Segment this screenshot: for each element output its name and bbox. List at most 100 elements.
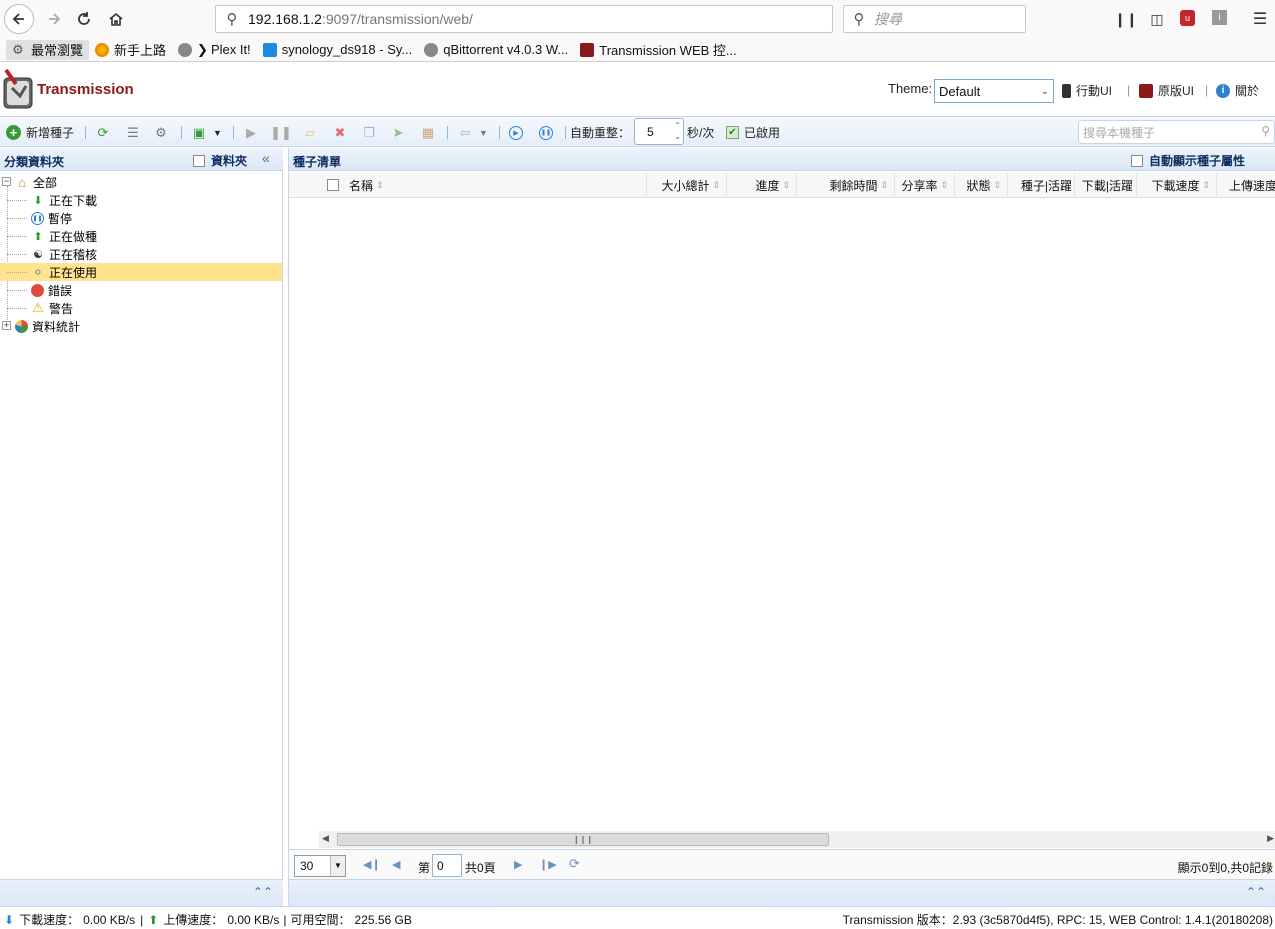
reload-button[interactable]	[70, 5, 98, 33]
column-upload-speed[interactable]: 上傳速度	[1217, 173, 1275, 198]
page-size-select[interactable]: 30 ▼	[294, 855, 346, 877]
expand-up-icon[interactable]: ⌃⌃	[1246, 885, 1266, 899]
gear-icon: ⚙	[12, 41, 24, 57]
browser-search-input[interactable]: ⚲ 搜尋	[843, 5, 1026, 33]
forward-button[interactable]	[40, 5, 68, 33]
page-number-input[interactable]: 0	[432, 854, 462, 877]
bookmark-transmission[interactable]: Transmission WEB 控...	[574, 40, 742, 60]
download-arrow-icon: ⬇	[33, 194, 43, 207]
bookmark-label: 最常瀏覽	[31, 43, 84, 58]
error-icon	[31, 283, 44, 297]
column-seeds[interactable]: 種子|活躍	[1008, 173, 1075, 198]
expand-toggle-icon[interactable]: +	[2, 321, 11, 330]
column-progress[interactable]: 進度 ⇕	[727, 173, 797, 198]
version-info: Transmission 版本：2.93 (3c5870d4f5), RPC: …	[842, 913, 1273, 927]
tag-icon: ▱	[305, 124, 315, 140]
bookmark-most-visited[interactable]: ⚙ 最常瀏覽	[6, 39, 90, 60]
auto-refresh-enabled-checkbox[interactable]: ✔ 已啟用	[726, 124, 780, 141]
select-all-checkbox[interactable]	[327, 179, 339, 191]
server-status-button[interactable]: ☰	[125, 124, 141, 141]
gear-icon: ⚙	[155, 124, 167, 140]
spinner-arrows-icon[interactable]: ⌃ ⌄	[674, 120, 681, 142]
expand-up-icon[interactable]: ⌃⌃	[253, 885, 273, 899]
download-speed-value: 0.00 KB/s	[83, 912, 136, 927]
auto-show-properties-checkbox[interactable]: 自動顯示種子屬性	[1131, 152, 1245, 169]
checkbox-icon	[1131, 154, 1143, 167]
tree-item-paused[interactable]: ❚❚ 暫停	[0, 209, 282, 227]
back-button[interactable]	[4, 4, 34, 34]
sidebar-icon[interactable]: ◫	[1148, 10, 1166, 28]
next-page-icon[interactable]: ▶	[514, 858, 522, 871]
ublock-icon[interactable]: u	[1180, 10, 1195, 26]
warning-icon: ⚠	[32, 300, 44, 315]
tree-item-error[interactable]: 錯誤	[0, 281, 282, 299]
scrollbar-thumb[interactable]: ❙❙❙	[337, 833, 829, 846]
first-page-icon[interactable]: ◀❙	[363, 858, 381, 871]
status-bar: ⬇ 下載速度： 0.00 KB/s | ⬆ 上傳速度： 0.00 KB/s | …	[0, 906, 1275, 929]
folder-checkbox[interactable]: 資料夾	[193, 152, 247, 169]
library-icon[interactable]: ❙❙	[1114, 10, 1137, 28]
pause-all-button[interactable]: ❚❚	[539, 124, 553, 141]
bookmark-synology[interactable]: synology_ds918 - Sy...	[257, 40, 419, 60]
column-download-speed[interactable]: 下載速度 ⇕	[1137, 173, 1217, 198]
labels-button[interactable]: ⇦ ▼	[457, 124, 488, 141]
plugins-button[interactable]: ▣ ▼	[191, 124, 222, 141]
tree-item-all[interactable]: − ⌂ 全部	[0, 173, 282, 191]
refresh-all-button[interactable]: ⟳	[95, 124, 111, 141]
pause-button[interactable]: ❚❚	[270, 124, 292, 141]
theme-select[interactable]: Default ⌄	[934, 79, 1054, 103]
mobile-ui-link[interactable]: 行動UI	[1062, 82, 1112, 99]
refresh-icon[interactable]: ⟳	[569, 856, 580, 872]
bookmark-plex-it[interactable]: ❯ Plex It!	[172, 40, 257, 60]
menu-icon[interactable]: ☰	[1251, 10, 1269, 28]
original-ui-link[interactable]: 原版UI	[1139, 82, 1194, 99]
last-page-icon[interactable]: ❙▶	[539, 858, 557, 871]
start-button[interactable]: ▶	[243, 124, 259, 141]
column-status[interactable]: 狀態 ⇕	[955, 173, 1008, 198]
tree-item-statistics[interactable]: + 資料統計	[0, 317, 282, 335]
collapse-toggle-icon[interactable]: −	[2, 177, 11, 186]
sort-icon: ⇕	[880, 180, 888, 190]
page-prefix: 第	[418, 861, 431, 875]
torrent-list-footer: ⌃⌃	[289, 879, 1275, 906]
refresh-interval-input[interactable]: 5 ⌃ ⌄	[634, 118, 684, 145]
add-torrent-button[interactable]: + 新增種子	[6, 124, 74, 141]
tree-item-downloading[interactable]: ⬇ 正在下載	[0, 191, 282, 209]
column-ratio[interactable]: 分享率 ⇕	[895, 173, 955, 198]
dsm-icon	[262, 42, 277, 57]
search-icon: ⚲	[853, 11, 865, 28]
scroll-right-icon[interactable]: ▶	[1267, 833, 1274, 844]
start-all-button[interactable]: ▶	[509, 124, 523, 141]
column-name[interactable]: 名稱 ⇕	[344, 173, 647, 198]
url-bar[interactable]: ⚲ 192.168.1.2 :9097/transmission/web/	[215, 5, 833, 33]
rename-button[interactable]: ❐	[361, 124, 377, 141]
reannounce-button[interactable]: ➤	[390, 124, 406, 141]
category-panel-footer: ⌃⌃	[0, 879, 283, 906]
horizontal-scrollbar[interactable]: ◀ ❙❙❙ ▶	[319, 831, 1275, 848]
extension-icon[interactable]: i	[1212, 10, 1227, 25]
torrent-list-title: 種子清單	[293, 155, 342, 169]
download-speed-label: 下載速度：	[19, 913, 80, 927]
bookmark-qbittorrent[interactable]: qBittorrent v4.0.3 W...	[418, 40, 574, 60]
remove-button[interactable]: ✖	[332, 124, 348, 141]
url-host: 192.168.1.2	[248, 11, 322, 27]
column-remaining-time[interactable]: 剩餘時間 ⇕	[797, 173, 895, 198]
scroll-left-icon[interactable]: ◀	[322, 833, 329, 844]
column-peers[interactable]: 下載|活躍	[1075, 173, 1137, 198]
chevron-right-icon: ❯	[197, 41, 208, 57]
tree-item-warning[interactable]: ⚠ 警告	[0, 299, 282, 317]
prev-page-icon[interactable]: ◀	[392, 858, 400, 871]
column-size[interactable]: 大小總計 ⇕	[647, 173, 727, 198]
collapse-left-icon[interactable]: «	[262, 150, 270, 166]
bookmark-getting-started[interactable]: 新手上路	[89, 40, 172, 60]
torrent-search-input[interactable]: 搜尋本機種子 ⚲	[1078, 120, 1275, 144]
page-size-value: 30	[300, 859, 314, 873]
tree-item-seeding[interactable]: ⬆ 正在做種	[0, 227, 282, 245]
home-button[interactable]	[102, 5, 130, 33]
tree-item-checking[interactable]: ☯ 正在稽核	[0, 245, 282, 263]
verify-button[interactable]: ▱	[302, 124, 318, 141]
about-link[interactable]: i 關於	[1216, 82, 1259, 99]
move-button[interactable]: ▦	[420, 124, 436, 141]
settings-button[interactable]: ⚙	[153, 124, 169, 141]
tree-item-active[interactable]: ⚪ 正在使用	[0, 263, 282, 281]
